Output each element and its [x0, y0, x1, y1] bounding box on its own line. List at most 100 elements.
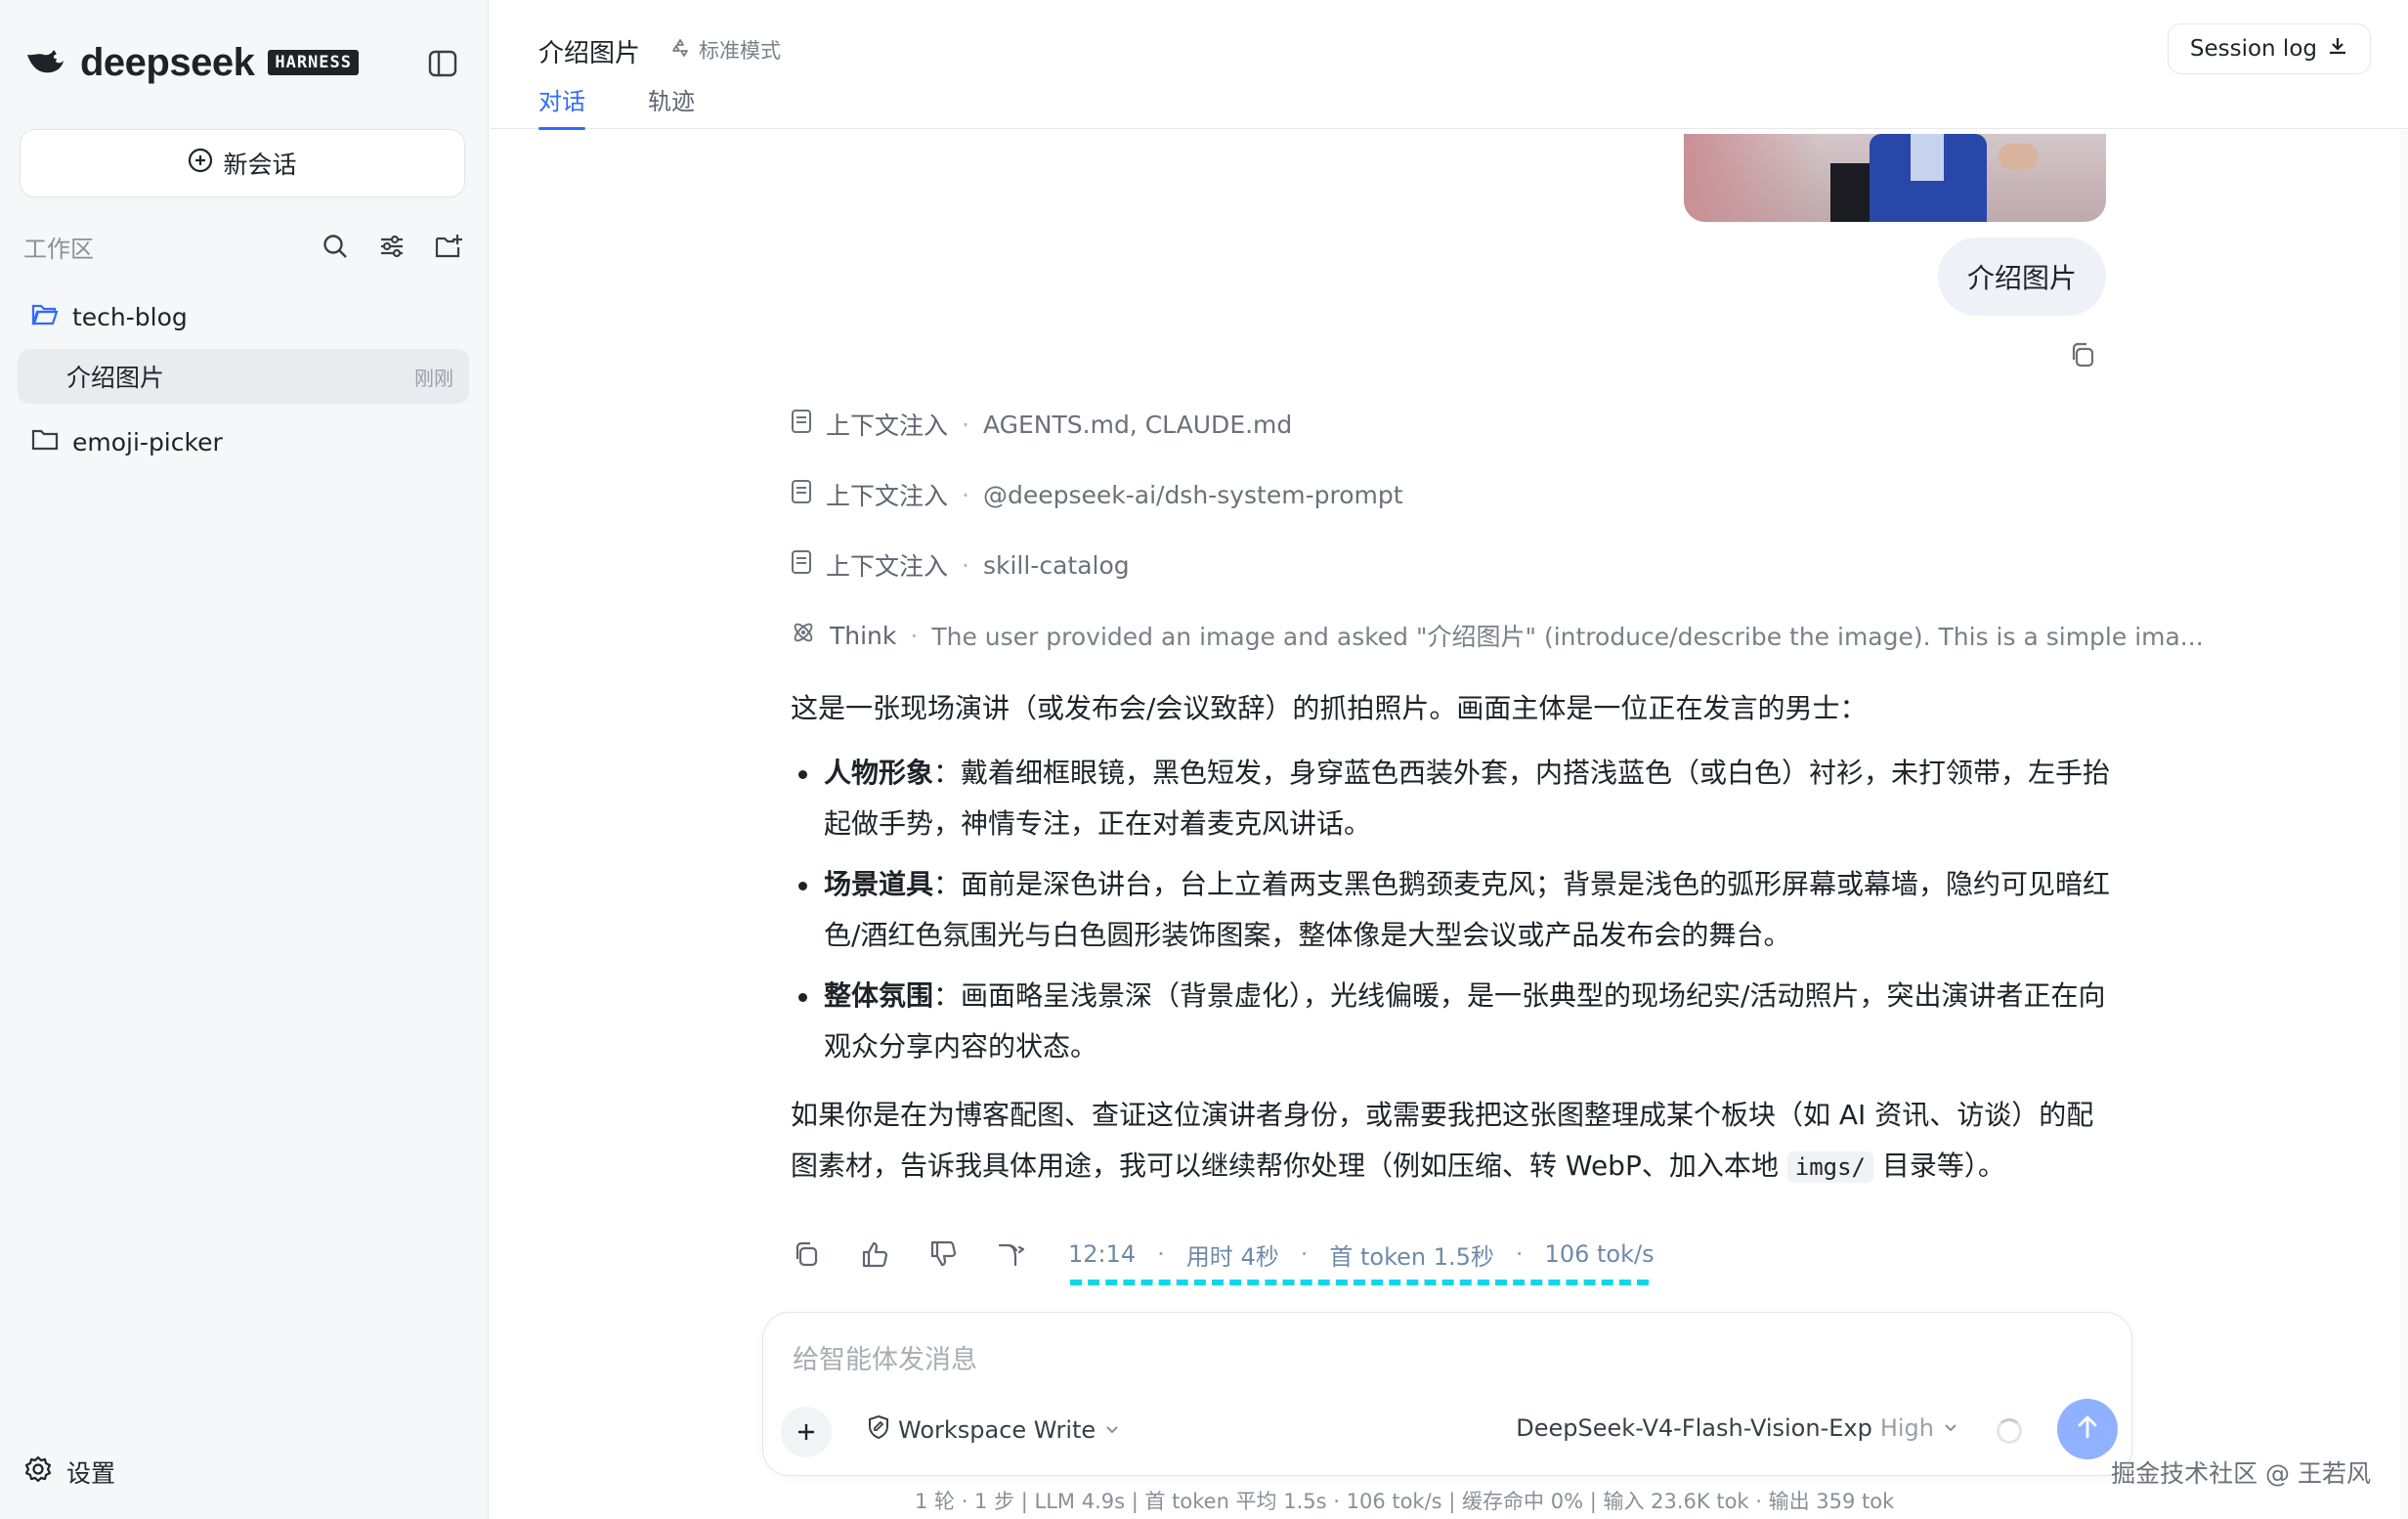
- message-actions: [787, 1235, 1031, 1274]
- workspace-mode-label: Workspace Write: [898, 1416, 1096, 1444]
- sidebar-toggle-icon[interactable]: [424, 45, 461, 82]
- context-value: AGENTS.md, CLAUDE.md: [982, 410, 1293, 439]
- answer-outro: 如果你是在为博客配图、查证这位演讲者身份，或需要我把这张图整理成某个板块（如 A…: [791, 1090, 2112, 1193]
- bullet-title: 场景道具: [824, 868, 934, 900]
- list-item: 整体氛围：画面略呈浅景深（背景虚化），光线偏暖，是一张典型的现场纪实/活动照片，…: [791, 971, 2112, 1072]
- session-label: 介绍图片: [66, 364, 165, 392]
- scrollbar[interactable]: [2400, 130, 2408, 1519]
- thumbs-down-icon[interactable]: [924, 1235, 963, 1274]
- context-value: skill-catalog: [982, 550, 1130, 580]
- mode-indicator[interactable]: 标准模式: [669, 35, 781, 65]
- tree-item-session[interactable]: 介绍图片 刚刚: [18, 349, 469, 404]
- separator-dot: ·: [1300, 1240, 1309, 1268]
- session-log-button[interactable]: Session log: [2167, 23, 2371, 74]
- document-icon: [791, 479, 812, 510]
- chat-area: 介绍图片 上下文注入 · AGENTS.md, CLAUDE.md 上下文注入 …: [490, 130, 2408, 1519]
- bullet-text: ：画面略呈浅景深（背景虚化），光线偏暖，是一张典型的现场纪实/活动照片，突出演讲…: [824, 979, 2106, 1063]
- tab-conversation[interactable]: 对话: [538, 82, 585, 130]
- separator-dot: ·: [1157, 1240, 1165, 1268]
- think-row[interactable]: Think · The user provided an image and a…: [791, 616, 2204, 655]
- tab-bar: 对话 轨迹: [538, 82, 695, 130]
- settings-button[interactable]: 设置: [23, 1454, 115, 1490]
- attach-plus-icon[interactable]: [781, 1407, 832, 1457]
- model-name: DeepSeek-V4-Flash-Vision-Exp: [1516, 1414, 1872, 1442]
- top-header: 介绍图片 标准模式 对话 轨迹 Session log: [490, 0, 2408, 130]
- message-input[interactable]: 给智能体发消息: [793, 1338, 977, 1376]
- new-chat-label: 新会话: [223, 151, 297, 179]
- chevron-down-icon: [1103, 1416, 1121, 1444]
- context-label: 上下文注入: [826, 412, 949, 440]
- session-log-label: Session log: [2189, 36, 2317, 62]
- assistant-answer: 这是一张现场演讲（或发布会/会议致辞）的抓拍照片。画面主体是一位正在发言的男士：…: [791, 683, 2112, 1193]
- reasoning-level: High: [1879, 1414, 1934, 1442]
- workspace-header: 工作区: [23, 229, 465, 264]
- search-icon[interactable]: [319, 230, 352, 263]
- document-icon: [791, 549, 812, 581]
- gear-icon: [23, 1454, 53, 1490]
- separator-dot: ·: [962, 550, 969, 580]
- folder-open-icon: [31, 302, 59, 331]
- context-value: @deepseek-ai/dsh-system-prompt: [982, 480, 1403, 509]
- meta-highlight-underline: [1070, 1280, 1649, 1285]
- new-chat-button[interactable]: 新会话: [20, 129, 465, 197]
- separator-dot: ·: [962, 480, 969, 509]
- workspace-mode-select[interactable]: Workspace Write: [867, 1414, 1121, 1446]
- tab-trace[interactable]: 轨迹: [648, 82, 695, 130]
- watermark: 掘金技术社区 @ 王若风: [2111, 1459, 2371, 1488]
- response-duration: 用时 4秒: [1185, 1242, 1279, 1271]
- model-select[interactable]: DeepSeek-V4-Flash-Vision-Exp High: [1516, 1414, 1959, 1442]
- atom-icon: [791, 620, 816, 651]
- download-icon: [2327, 35, 2348, 63]
- context-label: 上下文注入: [826, 482, 949, 510]
- separator-dot: ·: [1515, 1240, 1524, 1268]
- loading-spinner-icon: [1997, 1418, 2022, 1444]
- tree-item-label: tech-blog: [72, 302, 188, 331]
- separator-dot: ·: [910, 621, 919, 650]
- filter-sliders-icon[interactable]: [375, 230, 408, 263]
- tree-item-tech-blog[interactable]: tech-blog: [18, 289, 469, 344]
- send-button[interactable]: [2057, 1399, 2118, 1459]
- copy-icon[interactable]: [787, 1235, 826, 1274]
- document-icon: [791, 409, 812, 440]
- context-injection-row[interactable]: 上下文注入 · AGENTS.md, CLAUDE.md: [791, 405, 1292, 444]
- thumbs-up-icon[interactable]: [855, 1235, 894, 1274]
- shield-edit-icon: [867, 1414, 890, 1446]
- app-window: deepseek HARNESS 新会话 工作区 tech-blog 介绍图片 …: [0, 0, 2408, 1519]
- mode-label: 标准模式: [699, 39, 781, 63]
- user-uploaded-image[interactable]: [1684, 134, 2106, 222]
- session-time: 刚刚: [414, 366, 453, 390]
- message-composer[interactable]: 给智能体发消息 Workspace Write DeepSeek-V4-Flas…: [762, 1312, 2132, 1476]
- outro-text: 目录等）。: [1873, 1150, 2005, 1182]
- answer-list: 人物形象：戴着细框眼镜，黑色短发，身穿蓝色西装外套，内搭浅蓝色（或白色）衬衫，未…: [791, 748, 2112, 1072]
- copy-icon[interactable]: [2063, 335, 2102, 374]
- answer-intro: 这是一张现场演讲（或发布会/会议致辞）的抓拍照片。画面主体是一位正在发言的男士：: [791, 692, 1868, 724]
- tree-item-label: emoji-picker: [72, 427, 223, 456]
- context-label: 上下文注入: [826, 552, 949, 581]
- folder-icon: [31, 427, 59, 456]
- list-item: 人物形象：戴着细框眼镜，黑色短发，身穿蓝色西装外套，内搭浅蓝色（或白色）衬衫，未…: [791, 748, 2112, 849]
- branch-icon[interactable]: [992, 1235, 1031, 1274]
- context-injection-row[interactable]: 上下文注入 · @deepseek-ai/dsh-system-prompt: [791, 475, 1403, 514]
- workspace-label: 工作区: [23, 235, 94, 263]
- brand: deepseek HARNESS: [23, 39, 359, 86]
- response-time: 12:14: [1068, 1240, 1137, 1268]
- arrow-up-icon: [2074, 1413, 2101, 1445]
- bullet-text: ：戴着细框眼镜，黑色短发，身穿蓝色西装外套，内搭浅蓝色（或白色）衬衫，未打领带，…: [824, 757, 2111, 840]
- think-summary: The user provided an image and asked "介绍…: [931, 623, 2204, 651]
- response-meta: 12:14 · 用时 4秒 · 首 token 1.5秒 · 106 tok/s: [1068, 1235, 1655, 1274]
- whale-logo-icon: [23, 41, 66, 84]
- plus-circle-icon: [188, 148, 213, 179]
- harness-badge: HARNESS: [268, 50, 359, 75]
- session-stats: 1 轮 · 1 步 | LLM 4.9s | 首 token 平均 1.5s ·…: [915, 1490, 1895, 1513]
- bullet-text: ：面前是深色讲台，台上立着两支黑色鹅颈麦克风；背景是浅色的弧形屏幕或幕墙，隐约可…: [824, 868, 2111, 951]
- context-injection-row[interactable]: 上下文注入 · skill-catalog: [791, 545, 1130, 585]
- bullet-title: 人物形象: [824, 757, 934, 789]
- bullet-title: 整体氛围: [824, 979, 934, 1012]
- inline-code: imgs/: [1786, 1151, 1873, 1183]
- brand-name: deepseek: [80, 40, 255, 84]
- token-speed: 106 tok/s: [1544, 1240, 1655, 1268]
- think-label: Think: [830, 621, 897, 650]
- new-folder-icon[interactable]: [432, 230, 465, 263]
- tree-item-emoji-picker[interactable]: emoji-picker: [18, 414, 469, 469]
- page-title: 介绍图片: [538, 39, 641, 68]
